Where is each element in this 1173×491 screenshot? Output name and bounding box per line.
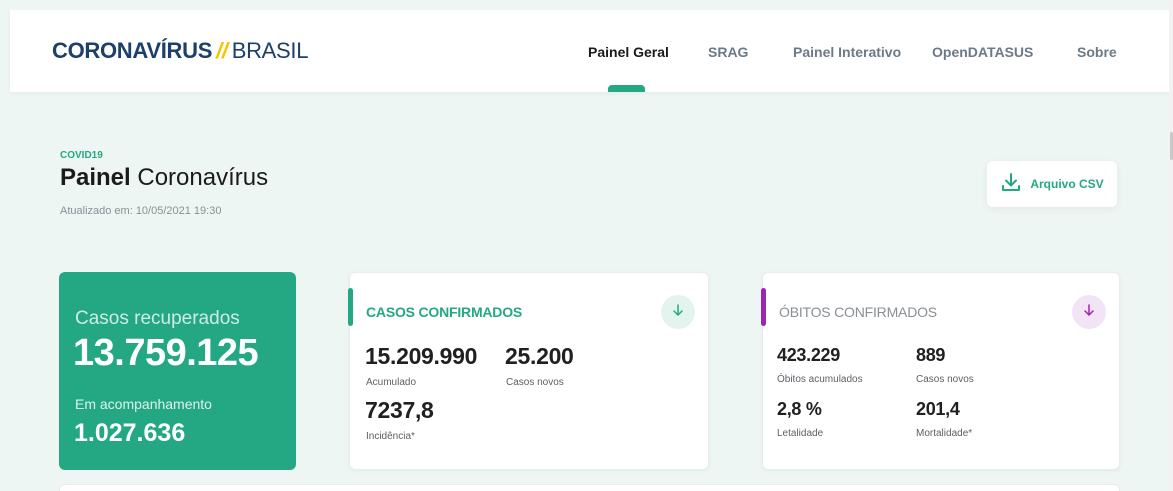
obitos-acumulados-value: 423.229 <box>777 345 840 365</box>
page-scrollbar[interactable] <box>1169 0 1173 491</box>
recuperados-value: 13.759.125 <box>73 332 259 374</box>
mortalidade-value: 201,4 <box>916 399 960 419</box>
obitos-heading: ÓBITOS CONFIRMADOS <box>779 304 937 320</box>
page-title: Painel Coronavírus <box>60 164 268 192</box>
casos-expand-button[interactable] <box>661 295 695 329</box>
recuperados-label: Casos recuperados <box>75 308 240 329</box>
arrow-down-icon <box>1082 303 1096 322</box>
main-nav: Painel Geral SRAG Painel Interativo Open… <box>10 44 1171 92</box>
obitos-confirmados-card: ÓBITOS CONFIRMADOS 423.229 Óbitos acumul… <box>761 272 1120 470</box>
recuperados-card: Casos recuperados 13.759.125 Em acompanh… <box>59 272 296 470</box>
download-csv-button[interactable]: Arquivo CSV <box>987 161 1117 207</box>
top-header: CORONAVÍRUS//BRASIL Painel Geral SRAG Pa… <box>10 10 1171 92</box>
casos-incidencia-label: Incidência* <box>366 431 415 442</box>
page-eyebrow: COVID19 <box>60 150 103 161</box>
mortalidade-label: Mortalidade* <box>916 428 973 439</box>
letalidade-value: 2,8 % <box>777 399 822 419</box>
obitos-accent-bar <box>761 288 766 326</box>
active-nav-indicator <box>608 85 645 92</box>
page-title-bold: Painel <box>60 164 131 191</box>
download-icon <box>1000 171 1022 198</box>
nav-painel-geral[interactable]: Painel Geral <box>588 44 669 60</box>
download-csv-label: Arquivo CSV <box>1030 177 1104 191</box>
casos-novos-label: Casos novos <box>506 377 564 388</box>
casos-incidencia-value: 7237,8 <box>365 397 434 423</box>
acompanhamento-label: Em acompanhamento <box>75 396 212 412</box>
acompanhamento-value: 1.027.636 <box>74 419 186 447</box>
casos-acumulado-value: 15.209.990 <box>365 343 478 369</box>
next-section-card <box>59 484 1120 491</box>
nav-sobre[interactable]: Sobre <box>1077 44 1117 60</box>
nav-srag[interactable]: SRAG <box>708 44 748 60</box>
updated-timestamp: Atualizado em: 10/05/2021 19:30 <box>60 205 222 217</box>
casos-heading: CASOS CONFIRMADOS <box>366 304 523 320</box>
obitos-expand-button[interactable] <box>1072 295 1106 329</box>
letalidade-label: Letalidade <box>777 428 824 439</box>
obitos-novos-label: Casos novos <box>916 374 974 385</box>
nav-opendatasus[interactable]: OpenDATASUS <box>932 44 1033 60</box>
casos-acumulado-label: Acumulado <box>366 377 417 388</box>
obitos-acumulados-label: Óbitos acumulados <box>777 374 863 385</box>
casos-novos-value: 25.200 <box>505 343 574 369</box>
obitos-novos-value: 889 <box>916 345 946 365</box>
casos-accent-bar <box>348 288 353 326</box>
arrow-down-icon <box>671 303 685 322</box>
page-title-light: Coronavírus <box>137 164 269 191</box>
nav-painel-interativo[interactable]: Painel Interativo <box>793 44 901 60</box>
casos-confirmados-card: CASOS CONFIRMADOS 15.209.990 Acumulado 2… <box>348 272 709 470</box>
